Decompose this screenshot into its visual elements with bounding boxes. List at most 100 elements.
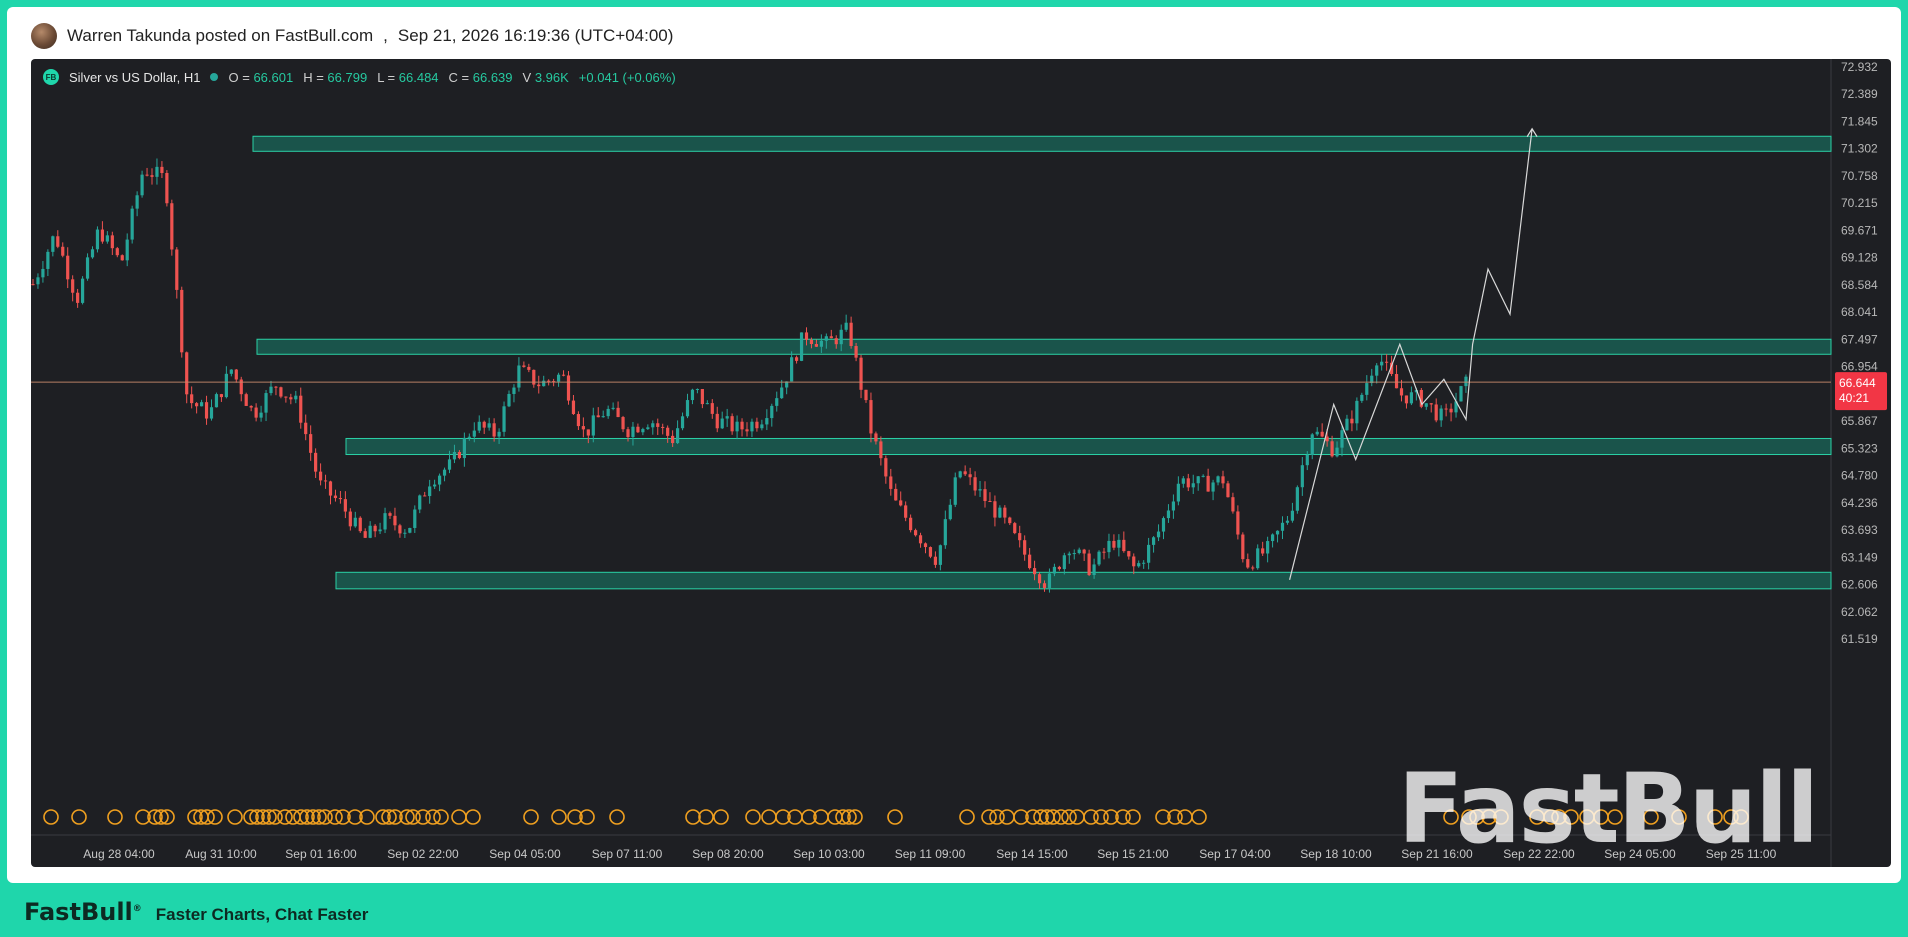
candle-body[interactable] [195, 403, 199, 407]
support-resistance-zone[interactable] [256, 338, 1832, 355]
candle-body[interactable] [854, 346, 858, 358]
candle-body[interactable] [998, 507, 1002, 518]
candle-body[interactable] [1404, 395, 1409, 404]
economic-event-icon[interactable] [1125, 809, 1141, 825]
candle-body[interactable] [794, 357, 799, 361]
candle-body[interactable] [1117, 539, 1121, 548]
candle-body[interactable] [601, 416, 605, 418]
economic-event-icon[interactable] [71, 809, 87, 825]
candle-body[interactable] [958, 471, 962, 478]
candle-body[interactable] [1102, 551, 1106, 553]
candle-body[interactable] [1062, 555, 1066, 570]
candle-body[interactable] [304, 422, 308, 435]
candle-body[interactable] [1018, 533, 1022, 541]
candle-body[interactable] [661, 426, 665, 428]
candle-body[interactable] [1037, 574, 1042, 584]
candle-body[interactable] [170, 203, 174, 250]
candle-body[interactable] [61, 246, 65, 256]
candle-body[interactable] [1122, 539, 1126, 552]
candle-body[interactable] [229, 369, 233, 374]
candle-body[interactable] [705, 403, 709, 405]
candle-body[interactable] [710, 403, 714, 414]
candle-body[interactable] [66, 255, 70, 280]
candle-body[interactable] [561, 374, 566, 376]
candle-body[interactable] [1112, 540, 1116, 548]
candle-body[interactable] [393, 515, 397, 526]
candle-body[interactable] [1345, 418, 1349, 431]
candle-body[interactable] [1280, 522, 1285, 531]
candle-body[interactable] [214, 394, 219, 408]
candle-body[interactable] [1023, 540, 1027, 555]
candle-body[interactable] [938, 545, 942, 565]
candle-body[interactable] [1394, 374, 1399, 389]
candle-body[interactable] [1047, 573, 1052, 588]
candle-body[interactable] [1156, 531, 1161, 538]
candle-body[interactable] [408, 527, 412, 533]
candle-body[interactable] [1072, 553, 1076, 555]
candle-body[interactable] [1013, 523, 1017, 534]
candle-body[interactable] [1365, 383, 1369, 395]
candle-body[interactable] [953, 477, 957, 505]
candle-body[interactable] [120, 255, 124, 261]
candle-body[interactable] [745, 429, 749, 432]
candle-body[interactable] [1147, 544, 1151, 563]
candle-body[interactable] [1082, 549, 1086, 554]
candle-body[interactable] [100, 229, 105, 242]
candle-body[interactable] [963, 471, 967, 475]
avatar[interactable] [31, 23, 57, 49]
economic-event-icon[interactable] [285, 809, 301, 825]
candle-body[interactable] [274, 386, 278, 388]
candle-body[interactable] [1211, 482, 1215, 492]
candle-body[interactable] [1216, 476, 1220, 483]
candle-body[interactable] [1449, 408, 1453, 413]
candle-body[interactable] [1132, 556, 1136, 567]
candle-body[interactable] [1350, 418, 1354, 424]
economic-event-icon[interactable] [107, 809, 123, 825]
economic-event-icon[interactable] [685, 809, 701, 825]
candle-body[interactable] [621, 417, 625, 430]
candle-body[interactable] [294, 395, 298, 400]
candle-body[interactable] [1310, 434, 1314, 455]
candle-body[interactable] [1206, 475, 1210, 492]
candle-body[interactable] [423, 495, 427, 497]
candle-body[interactable] [1256, 548, 1260, 569]
candle-body[interactable] [1092, 564, 1096, 576]
candle-body[interactable] [433, 484, 437, 487]
candle-body[interactable] [1305, 454, 1309, 466]
candle-body[interactable] [1137, 563, 1141, 567]
candle-body[interactable] [725, 416, 729, 419]
candle-body[interactable] [1251, 567, 1255, 569]
candle-body[interactable] [765, 418, 769, 425]
economic-event-icon[interactable] [207, 809, 223, 825]
candle-body[interactable] [279, 387, 283, 397]
candle-body[interactable] [368, 525, 372, 538]
candle-body[interactable] [790, 357, 794, 382]
symbol-label[interactable]: Silver vs US Dollar, H1 [69, 70, 200, 85]
candle-body[interactable] [978, 489, 982, 491]
candle-body[interactable] [874, 433, 878, 442]
candle-body[interactable] [799, 332, 804, 361]
candle-body[interactable] [770, 405, 774, 419]
candle-body[interactable] [1439, 408, 1443, 421]
candle-body[interactable] [80, 278, 85, 303]
candle-body[interactable] [328, 481, 333, 496]
candle-body[interactable] [289, 397, 293, 400]
candle-body[interactable] [398, 525, 402, 534]
candle-body[interactable] [993, 501, 997, 518]
candle-body[interactable] [249, 405, 253, 408]
candle-body[interactable] [309, 434, 313, 453]
candle-body[interactable] [1330, 441, 1334, 457]
candle-body[interactable] [839, 329, 843, 345]
candle-body[interactable] [204, 402, 209, 419]
candle-body[interactable] [76, 292, 80, 303]
candle-body[interactable] [46, 251, 50, 269]
candle-body[interactable] [666, 427, 670, 436]
economic-event-icon[interactable] [227, 809, 243, 825]
candle-body[interactable] [1270, 534, 1275, 542]
candle-body[interactable] [616, 407, 620, 418]
candle-body[interactable] [437, 475, 442, 485]
candle-body[interactable] [318, 471, 323, 481]
candle-body[interactable] [715, 413, 719, 429]
candle-body[interactable] [1226, 483, 1230, 498]
candle-body[interactable] [1191, 483, 1195, 488]
